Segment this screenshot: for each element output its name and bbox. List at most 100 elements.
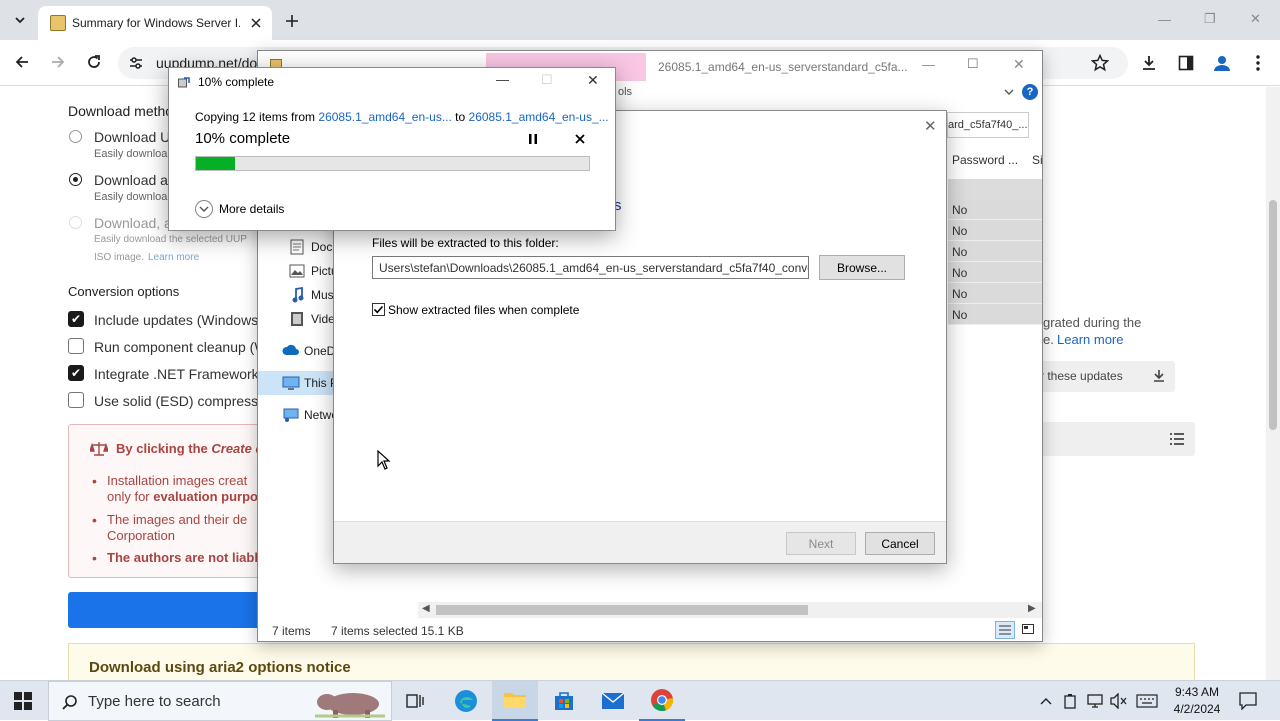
download-updates-button[interactable]: r these updates: [1030, 361, 1175, 392]
close-window-button[interactable]: ✕: [1250, 11, 1261, 27]
address-breadcrumb[interactable]: ard_c5fa7f40_...: [947, 112, 1029, 138]
status-items: 7 items: [272, 624, 311, 638]
tools-tab[interactable]: ols: [618, 86, 632, 98]
nav-documents[interactable]: Doc: [311, 240, 332, 254]
file-row[interactable]: No: [948, 220, 1042, 241]
menu-kebab-icon[interactable]: [1250, 53, 1266, 73]
option-1-desc: Easily downloa: [94, 148, 168, 160]
radio-option-1[interactable]: [69, 130, 82, 143]
explorer-minimize[interactable]: —: [922, 57, 935, 72]
tiles-view-button[interactable]: [1019, 621, 1037, 639]
file-row[interactable]: No: [948, 283, 1042, 304]
h-scroll-thumb[interactable]: [436, 605, 808, 615]
tab-title: Summary for Windows Server I...: [72, 16, 240, 30]
favicon-icon: [50, 15, 66, 31]
component-cleanup-checkbox[interactable]: [68, 338, 84, 354]
horizontal-scrollbar[interactable]: ◀ ▶: [418, 602, 1042, 618]
bullet-2a: The images and their de: [107, 512, 248, 527]
notifications-icon: [1239, 692, 1257, 710]
learn-more-link[interactable]: Learn more: [148, 252, 199, 263]
option-3-desc: Easily download the selected UUP: [94, 234, 247, 245]
nav-onedrive[interactable]: OneD: [304, 344, 335, 358]
copy-maximize: ☐: [541, 72, 553, 87]
tab-close-icon[interactable]: [248, 15, 264, 31]
maximize-button[interactable]: ❐: [1204, 11, 1216, 27]
browser-tab[interactable]: Summary for Windows Server I...: [38, 6, 272, 40]
profile-avatar-icon[interactable]: [1211, 52, 1233, 74]
clock-date[interactable]: 4/2/2024: [1168, 702, 1226, 716]
copy-minimize[interactable]: —: [496, 72, 509, 87]
task-view-button[interactable]: [392, 681, 438, 721]
bookmark-star-icon[interactable]: [1090, 53, 1110, 73]
mouse-cursor-icon: [377, 450, 391, 470]
source-link[interactable]: 26085.1_amd64_en-us...: [318, 110, 451, 124]
nav-music[interactable]: Mus: [311, 288, 334, 302]
reload-icon[interactable]: [84, 52, 104, 72]
col-password[interactable]: Password ...: [952, 153, 1018, 167]
file-row[interactable]: No: [948, 304, 1042, 325]
bullet-1a: Installation images creat: [107, 473, 248, 488]
next-button[interactable]: Next: [786, 532, 856, 555]
more-details-toggle[interactable]: [195, 200, 213, 218]
store-button[interactable]: [541, 681, 587, 721]
chrome-button[interactable]: [639, 681, 685, 721]
file-row[interactable]: No: [948, 199, 1042, 220]
pause-icon[interactable]: [526, 132, 540, 146]
option-3-label: Download, a: [94, 215, 172, 231]
radio-option-3[interactable]: [69, 216, 82, 229]
side-panel-icon[interactable]: [1176, 53, 1196, 73]
more-details-label[interactable]: More details: [219, 202, 284, 216]
password-cell: No: [952, 266, 968, 280]
ribbon-expand-icon: [1004, 89, 1014, 95]
esd-compression-checkbox[interactable]: [68, 392, 84, 408]
wizard-close-icon[interactable]: ✕: [924, 117, 937, 135]
right-learn-more-link[interactable]: Learn more: [1057, 332, 1123, 347]
checkmark-icon: [373, 305, 384, 314]
option-2-desc: Easily downloa: [94, 191, 168, 203]
dest-link[interactable]: 26085.1_amd64_en-us_...: [469, 110, 609, 124]
explorer-maximize[interactable]: ☐: [967, 56, 979, 72]
network-icon: [283, 408, 299, 422]
file-explorer-button[interactable]: [492, 681, 538, 721]
file-row[interactable]: No: [948, 241, 1042, 262]
tab-search-button[interactable]: [8, 9, 32, 31]
explorer-close[interactable]: ✕: [1013, 56, 1025, 73]
mail-button[interactable]: [590, 681, 636, 721]
help-icon[interactable]: ?: [1022, 84, 1038, 100]
edge-button[interactable]: [443, 681, 489, 721]
copy-close[interactable]: ✕: [587, 72, 599, 89]
new-tab-icon[interactable]: [280, 9, 304, 33]
forward-icon[interactable]: [48, 52, 68, 72]
net-framework-label: Integrate .NET Framework: [94, 366, 259, 382]
start-button[interactable]: [0, 681, 46, 721]
scrollbar-thumb[interactable]: [1269, 200, 1277, 430]
file-row[interactable]: No: [948, 262, 1042, 283]
taskbar-search-box[interactable]: Type here to search: [48, 681, 392, 721]
downloads-icon[interactable]: [1139, 53, 1159, 73]
include-updates-checkbox[interactable]: ✔: [68, 311, 84, 327]
notice-title: By clicking the Create d: [116, 441, 264, 456]
back-icon[interactable]: [12, 52, 32, 72]
minimize-button[interactable]: —: [1158, 12, 1171, 27]
bullet-1b: only for evaluation purpo: [107, 489, 258, 504]
browse-button[interactable]: Browse...: [819, 255, 905, 280]
net-framework-checkbox[interactable]: ✔: [68, 365, 84, 381]
password-cell: No: [952, 245, 968, 259]
clock-time[interactable]: 9:43 AM: [1172, 685, 1222, 699]
site-settings-icon[interactable]: [128, 55, 144, 71]
col-si[interactable]: Si: [1032, 153, 1043, 167]
show-files-checkbox[interactable]: [372, 303, 385, 316]
mail-icon: [601, 692, 625, 709]
details-view-button[interactable]: [995, 621, 1015, 639]
file-list-toggle[interactable]: [1030, 422, 1195, 456]
option-2-label: Download a: [94, 172, 168, 188]
page-scrollbar[interactable]: [1266, 87, 1280, 680]
create-download-button[interactable]: [68, 592, 268, 628]
radio-option-2[interactable]: [69, 173, 82, 186]
cancel-button[interactable]: Cancel: [865, 532, 935, 555]
edge-icon: [455, 690, 477, 712]
nav-videos[interactable]: Vide: [311, 312, 335, 326]
folder-path-input[interactable]: Users\stefan\Downloads\26085.1_amd64_en-…: [372, 256, 809, 279]
aria-notice-box: Download using aria2 options notice: [68, 643, 1195, 680]
cancel-copy-icon[interactable]: [573, 132, 587, 146]
